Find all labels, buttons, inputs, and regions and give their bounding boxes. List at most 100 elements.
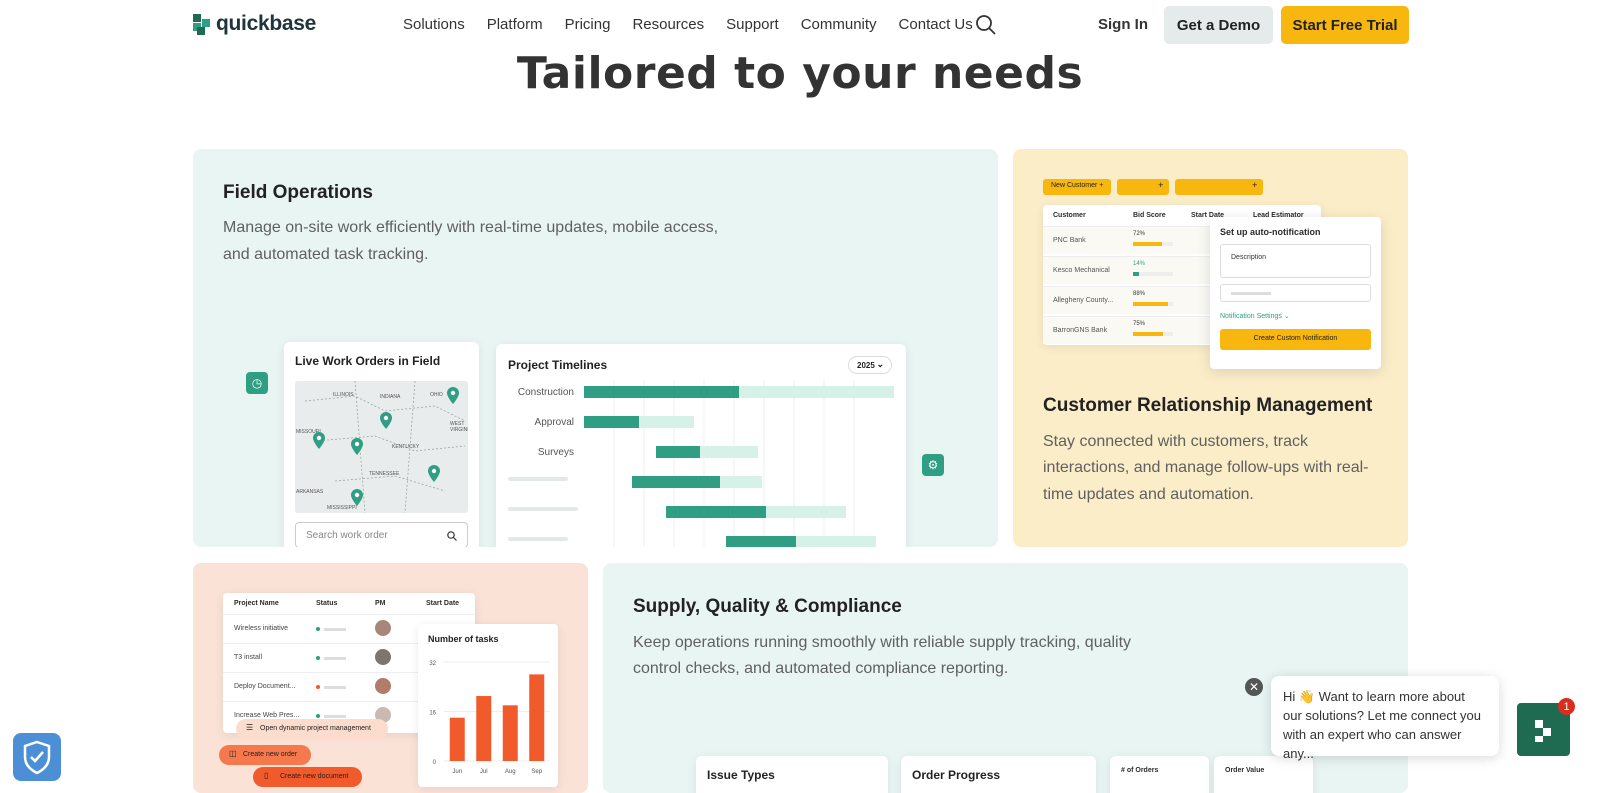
gantt-chart [584,380,894,547]
bar [529,674,545,761]
card-title: Supply, Quality & Compliance [633,596,902,617]
search-work-order-input[interactable]: Search work order [295,522,468,547]
get-demo-button[interactable]: Get a Demo [1164,6,1273,44]
unread-badge: 1 [1558,698,1575,715]
card-desc-line2: and automated task tracking. [223,246,429,263]
avatar [375,649,391,665]
state-label: OHIO [430,392,443,398]
issue-types-panel: Issue Types [696,756,888,793]
start-free-trial-button[interactable]: Start Free Trial [1281,6,1409,44]
gear-icon: ⚙ [922,454,944,476]
crm-card[interactable]: New Customer + + + Customer Bid Score St… [1013,149,1408,547]
x-tick-label: Sep [531,769,542,775]
menu-item-pricing[interactable]: Pricing [565,16,611,33]
chat-message-bubble[interactable]: Hi 👋 Want to learn more about our soluti… [1271,676,1499,761]
x-tick-label: Jun [452,769,462,775]
clock-icon: ◷ [246,372,268,394]
tasks-chart-panel: Number of tasks 32 16 0 Jun Jul Aug Sep [418,624,558,787]
bar [502,705,518,761]
state-label: ARKANSAS [296,489,324,495]
live-work-orders-panel: Live Work Orders in Field ILLINOIS INDIA… [284,342,479,547]
row-label: Approval [534,417,574,428]
menu-item-community[interactable]: Community [801,16,877,33]
avatar [375,620,391,636]
create-custom-notification-button[interactable]: Create Custom Notification [1220,329,1371,350]
logo-text: quickbase [216,12,317,35]
bid-score: 75% [1133,321,1146,327]
map-pin-icon[interactable] [312,432,326,450]
order-progress-panel: Order Progress [901,756,1096,793]
map-pin-icon[interactable] [350,489,364,507]
y-tick-label: 32 [429,661,436,667]
menu-item-platform[interactable]: Platform [487,16,543,33]
menu-lines-icon: ☰ [246,723,254,732]
state-label: INDIANA [380,394,401,400]
card-desc-line1: Keep operations running smoothly with re… [633,634,1132,651]
column-header: Status [316,600,338,607]
text-field[interactable] [1220,284,1371,302]
column-header: Start Date [426,600,460,607]
popup-title: Set up auto-notification [1220,227,1321,237]
bid-score: 14% [1133,261,1146,267]
main-menu: Solutions Platform Pricing Resources Sup… [403,16,995,33]
sign-in-link[interactable]: Sign In [1098,16,1148,33]
bid-score: 88% [1133,291,1146,297]
map-pin-icon[interactable] [427,465,441,483]
project-name: Wireless initiative [234,625,289,632]
toolbar-button[interactable]: + [1175,179,1264,195]
crm-toolbar: New Customer + + + [1043,179,1264,195]
auto-notification-popup: Set up auto-notification Description Not… [1210,217,1381,369]
privacy-settings-button[interactable] [13,733,61,781]
card-title: Customer Relationship Management [1043,395,1373,416]
panel-title: Project Timelines [508,358,608,372]
search-icon[interactable] [975,14,997,36]
placeholder-label [508,537,568,541]
quickbase-logo[interactable]: quickbase [193,12,316,36]
x-tick-label: Aug [505,769,516,775]
project-timelines-panel: Project Timelines 2025 ⌄ Construction Ap… [496,344,906,547]
close-chat-button[interactable]: ✕ [1245,678,1263,696]
map-pin-icon[interactable] [446,387,460,405]
stat-label: # of Orders [1121,767,1159,774]
year-select[interactable]: 2025 ⌄ [848,356,892,374]
map-pin-icon[interactable] [379,412,393,430]
customer-name: BarronGNS Bank [1053,327,1108,334]
x-tick-label: Jul [480,769,488,775]
customer-name: Allegheny County... [1053,297,1114,304]
y-tick-label: 0 [433,760,437,766]
menu-item-support[interactable]: Support [726,16,779,33]
new-customer-button[interactable]: New Customer + [1043,179,1112,195]
card-desc-line1: Stay connected with customers, track [1043,433,1308,450]
project-management-card[interactable]: Project Name Status PM Start Date Wirele… [193,563,588,793]
chevron-down-icon: ⌄ [876,359,884,369]
project-name: T3 install [234,654,263,661]
card-title: Field Operations [223,182,373,203]
field-operations-card[interactable]: Field Operations Manage on-site work eff… [193,149,998,547]
toolbar-button[interactable]: + [1117,179,1170,195]
box-icon: ◫ [229,749,237,758]
bar [449,717,465,761]
card-desc-line2: interactions, and manage follow-ups with… [1043,459,1369,476]
chart-title: Number of tasks [428,634,499,644]
menu-item-resources[interactable]: Resources [632,16,704,33]
column-header: Customer [1053,212,1086,219]
tasks-bar-chart: Number of tasks 32 16 0 Jun Jul Aug Sep [428,634,550,775]
map-pin-icon[interactable] [350,438,364,456]
create-new-order-action[interactable]: ◫ Create new order [219,745,311,765]
customer-name: PNC Bank [1053,237,1086,244]
panel-title: Order Progress [912,768,1001,782]
shield-check-icon [23,740,51,775]
menu-item-contact-us[interactable]: Contact Us [899,16,973,33]
notification-settings-toggle[interactable]: Notification Settings ⌄ [1220,312,1290,320]
row-label: Construction [517,387,574,398]
create-new-document-action[interactable]: ▯ Create new document [253,767,362,787]
bar [476,696,492,761]
menu-item-solutions[interactable]: Solutions [403,16,465,33]
section-headline: Tailored to your needs [516,48,1084,99]
logo-mark-icon [193,13,210,35]
map-view[interactable]: ILLINOIS INDIANA OHIO MISSOURI KENTUCKY … [295,381,468,513]
panel-title: Issue Types [707,768,775,782]
customer-name: Kesco Mechanical [1053,267,1110,274]
open-project-management-action[interactable]: ☰ Open dynamic project management [236,719,388,739]
description-field[interactable]: Description [1220,244,1371,278]
